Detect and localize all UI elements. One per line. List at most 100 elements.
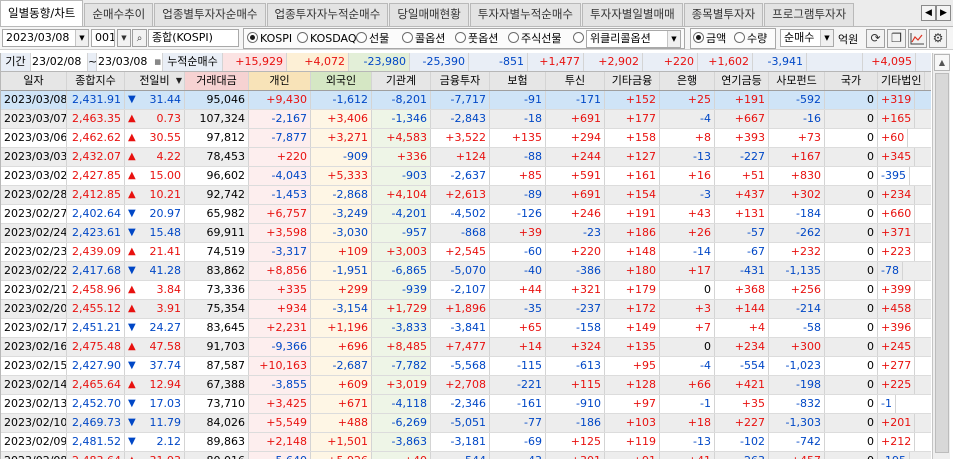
tab-7[interactable]: 종목별투자자 xyxy=(683,3,764,26)
column-header[interactable]: 사모펀드 xyxy=(769,72,825,90)
column-header[interactable]: 전일비 ▼ xyxy=(125,72,185,90)
table-row[interactable]: 2023/03/08 2,431.91 ▼ 31.44 95,046 +9,430 -1,6… xyxy=(1,91,931,110)
investor-value-cell: +299 xyxy=(311,281,372,299)
column-header[interactable]: 거래대금 xyxy=(185,72,249,90)
column-header[interactable]: 외국인 xyxy=(311,72,372,90)
investor-value-cell: -89 xyxy=(490,186,546,204)
vertical-scrollbar[interactable]: ▲ xyxy=(932,53,950,459)
table-row[interactable]: 2023/02/28 2,412.85 ▲ 10.21 92,742 -1,453 -2,8… xyxy=(1,186,931,205)
investor-value-cell: +191 xyxy=(715,91,769,109)
sort-dropdown-icon[interactable]: ▼ xyxy=(176,72,182,90)
up-triangle-icon: ▲ xyxy=(128,341,136,352)
table-row[interactable]: 2023/03/07 2,463.35 ▲ 0.73 107,324 -2,167 +3,4… xyxy=(1,110,931,129)
investor-value-cell: -3,317 xyxy=(249,243,311,261)
tab-2[interactable]: 업종별투자자순매수 xyxy=(154,3,266,26)
change-cell: 21.41 xyxy=(137,243,185,261)
date-cell: 2023/03/06 xyxy=(1,129,67,147)
table-row[interactable]: 2023/02/10 2,469.73 ▼ 11.79 84,026 +5,549 +488… xyxy=(1,414,931,433)
column-header[interactable]: 보험 xyxy=(490,72,546,90)
tab-6[interactable]: 투자자별일별매매 xyxy=(582,3,683,26)
table-row[interactable]: 2023/02/22 2,417.68 ▼ 41.28 83,862 +8,856 -1,9… xyxy=(1,262,931,281)
column-header[interactable]: 국가 xyxy=(825,72,878,90)
cumulative-sum-cell: -25,390 xyxy=(410,53,469,71)
investor-value-cell: +5,333 xyxy=(311,167,372,185)
search-icon[interactable]: ⌕ xyxy=(132,29,147,47)
calendar-icon[interactable]: ▼ xyxy=(75,30,88,46)
table-row[interactable]: 2023/02/21 2,458.96 ▲ 3.84 73,336 +335 +299 -93… xyxy=(1,281,931,300)
scroll-up-icon[interactable]: ▲ xyxy=(934,54,950,71)
chevron-down-icon[interactable]: ▼ xyxy=(667,31,680,47)
column-header[interactable]: 기관계 xyxy=(372,72,431,90)
tab-prev-icon[interactable]: ◀ xyxy=(921,5,936,21)
market-radio-kosdaq[interactable]: KOSDAQ xyxy=(297,30,357,47)
market-radio-put[interactable]: 풋옵션 xyxy=(455,30,498,47)
radio-quantity[interactable]: 수량 xyxy=(734,30,767,47)
column-header[interactable]: 개인 xyxy=(249,72,311,90)
investor-value-cell: -5,070 xyxy=(431,262,490,280)
column-header[interactable]: 종합지수 xyxy=(67,72,125,90)
tab-4[interactable]: 당일매매현황 xyxy=(389,3,469,26)
table-row[interactable]: 2023/02/13 2,452.70 ▼ 17.03 73,710 +3,425 +671… xyxy=(1,395,931,414)
tab-5[interactable]: 투자자별누적순매수 xyxy=(469,3,582,26)
column-header[interactable]: 금융투자 xyxy=(431,72,490,90)
investor-value-cell: -4 xyxy=(660,110,715,128)
chart-icon[interactable] xyxy=(908,29,927,48)
gear-icon[interactable]: ⚙ xyxy=(929,29,947,48)
table-row[interactable]: 2023/02/16 2,475.48 ▲ 47.58 91,703 -9,366 +696… xyxy=(1,338,931,357)
period-from-field[interactable]: 23/02/08▦ xyxy=(31,53,88,71)
radio-amount[interactable]: 금액 xyxy=(693,30,726,47)
market-radio-futures[interactable]: 선물 xyxy=(356,30,389,47)
investor-value-cell: +256 xyxy=(769,281,825,299)
scroll-thumb[interactable] xyxy=(935,73,949,453)
investor-value-cell: 0 xyxy=(825,243,878,261)
calendar-icon[interactable]: ▦ xyxy=(154,53,161,71)
trade-type-select[interactable]: 순매수 ▼ xyxy=(780,29,834,47)
code-dropdown-icon[interactable]: ▼ xyxy=(117,29,131,47)
code-field[interactable]: 001 xyxy=(91,29,115,47)
table-row[interactable]: 2023/02/20 2,455.12 ▲ 3.91 75,354 +934 -3,154 +… xyxy=(1,300,931,319)
column-header[interactable]: 은행 xyxy=(660,72,715,90)
market-radio-stock-futures[interactable]: 주식선물 xyxy=(508,30,561,47)
period-to-field[interactable]: 23/03/08 ▦ xyxy=(97,53,163,71)
table-row[interactable]: 2023/03/06 2,462.62 ▲ 30.55 97,812 -7,877 +3,2… xyxy=(1,129,931,148)
column-header[interactable]: 일자 xyxy=(1,72,67,90)
up-triangle-icon: ▲ xyxy=(128,303,136,314)
table-row[interactable]: 2023/02/17 2,451.21 ▼ 24.27 83,645 +2,231 +1,1… xyxy=(1,319,931,338)
table-row[interactable]: 2023/02/082,483.64▲31.9380,016-5,640+5,9… xyxy=(1,452,931,459)
market-radio-kospi[interactable]: KOSPI xyxy=(247,30,292,47)
trade-value-cell: 73,336 xyxy=(185,281,249,299)
table-row[interactable]: 2023/02/27 2,402.64 ▼ 20.97 65,982 +6,757 -3,2… xyxy=(1,205,931,224)
weekly-call-dropdown[interactable]: 위클리콜옵션 ▼ xyxy=(586,30,681,48)
investor-value-cell: -2,346 xyxy=(431,395,490,413)
investor-value-cell: -186 xyxy=(546,414,605,432)
column-header[interactable]: 기타금융 xyxy=(605,72,660,90)
investor-value-cell: +148 xyxy=(605,243,660,261)
column-header[interactable]: 투신 xyxy=(546,72,605,90)
tab-3[interactable]: 업종투자자누적순매수 xyxy=(266,3,389,26)
table-row[interactable]: 2023/02/24 2,423.61 ▼ 15.48 69,911 +3,598 -3,0… xyxy=(1,224,931,243)
cumulative-sum-cell: +1,602 xyxy=(698,53,753,71)
investor-value-cell: 0 xyxy=(660,338,715,356)
table-row[interactable]: 2023/02/23 2,439.09 ▲ 21.41 74,519 -3,317 +109… xyxy=(1,243,931,262)
table-row[interactable]: 2023/02/14 2,465.64 ▲ 12.94 67,388 -3,855 +609… xyxy=(1,376,931,395)
date-field[interactable]: 2023/03/08 ▼ xyxy=(2,29,89,47)
market-radio-call[interactable]: 콜옵션 xyxy=(402,30,445,47)
tab-0[interactable]: 일별동향/차트 xyxy=(0,0,84,26)
table-row[interactable]: 2023/03/03 2,432.07 ▲ 4.22 78,453 +220 -909 +33… xyxy=(1,148,931,167)
investor-value-cell: -16 xyxy=(769,110,825,128)
table-row[interactable]: 2023/03/02 2,427.85 ▲ 15.00 96,602 -4,043 +5,3… xyxy=(1,167,931,186)
column-header[interactable]: 연기금등 xyxy=(715,72,769,90)
tab-1[interactable]: 순매수추이 xyxy=(84,3,154,26)
index-name-field[interactable]: 종합(KOSPI) xyxy=(148,29,239,47)
table-row[interactable]: 2023/02/15 2,427.90 ▼ 37.74 87,587 +10,163 -2,… xyxy=(1,357,931,376)
investor-value-cell: 0 xyxy=(825,395,878,413)
export-icon[interactable]: ❐ xyxy=(887,29,906,48)
refresh-icon[interactable]: ⟳ xyxy=(866,29,885,48)
tab-next-icon[interactable]: ▶ xyxy=(936,5,951,21)
column-header[interactable]: 기타법인 xyxy=(878,72,926,90)
table-row[interactable]: 2023/02/09 2,481.52 ▼ 2.12 89,863 +2,148 +1,50… xyxy=(1,433,931,452)
market-radio-weekly-call[interactable] xyxy=(573,30,586,47)
tab-8[interactable]: 프로그램투자자 xyxy=(764,3,855,26)
change-cell: 47.58 xyxy=(137,338,185,356)
chevron-down-icon[interactable]: ▼ xyxy=(820,30,833,46)
